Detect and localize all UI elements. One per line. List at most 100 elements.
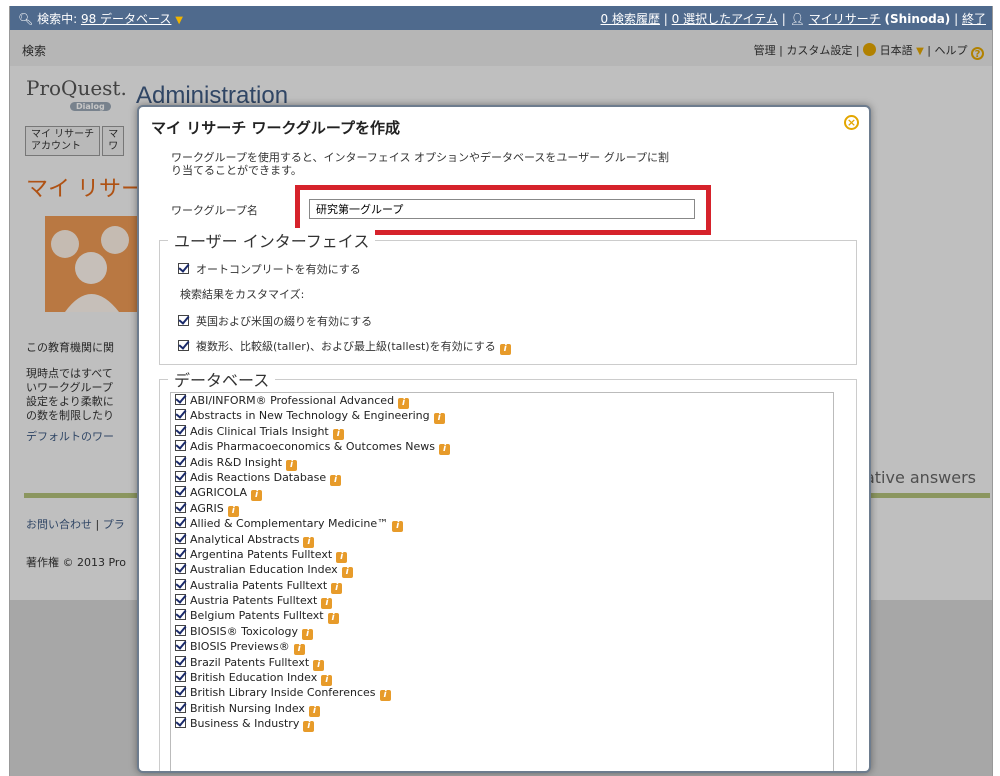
database-list-item[interactable]: Adis R&D Insight i — [171, 455, 833, 471]
search-prefix: 検索中: — [37, 12, 78, 26]
database-checkbox[interactable] — [175, 686, 186, 698]
database-checkbox[interactable] — [175, 547, 186, 559]
database-list-item[interactable]: British Education Index i — [171, 670, 833, 687]
database-list-item[interactable]: Brazil Patents Fulltext i — [171, 655, 833, 671]
database-checkbox[interactable] — [175, 501, 186, 513]
database-checkbox[interactable] — [175, 424, 186, 436]
database-name: BIOSIS Previews® — [190, 640, 290, 654]
database-name: Adis Pharmacoeconomics & Outcomes News — [190, 440, 436, 454]
database-name: Adis R&D Insight — [190, 455, 283, 469]
info-icon[interactable]: i — [336, 551, 348, 563]
database-list-item[interactable]: British Library Inside Conferences i — [171, 685, 833, 702]
database-checkbox[interactable] — [175, 609, 186, 621]
info-icon[interactable]: i — [303, 721, 315, 733]
autocomplete-checkbox[interactable] — [178, 263, 189, 274]
database-checkbox[interactable] — [175, 409, 186, 421]
database-checkbox[interactable] — [175, 655, 186, 667]
database-list-item[interactable]: Argentina Patents Fulltext i — [171, 547, 833, 563]
info-icon[interactable]: i — [327, 613, 339, 625]
database-list-item[interactable]: Austria Patents Fulltext i — [171, 593, 833, 610]
info-icon[interactable]: i — [303, 536, 315, 548]
database-checkbox[interactable] — [175, 578, 186, 590]
database-name: Argentina Patents Fulltext — [190, 547, 333, 561]
database-list-item[interactable]: AGRIS i — [171, 501, 833, 517]
database-list[interactable]: ABI/INFORM® Professional Advanced i Abstra… — [170, 392, 834, 771]
database-list-item[interactable]: Australian Education Index i — [171, 562, 833, 579]
autocomplete-option[interactable]: オートコンプリートを有効にする — [178, 261, 361, 277]
info-icon[interactable]: i — [341, 567, 353, 579]
info-icon[interactable]: i — [499, 344, 511, 355]
info-icon[interactable]: i — [439, 444, 451, 456]
database-count-link[interactable]: 98 データベース — [81, 12, 172, 26]
database-checkbox[interactable] — [175, 717, 186, 729]
database-checkbox[interactable] — [175, 532, 186, 544]
logout-link[interactable]: 終了 — [962, 12, 986, 26]
info-icon[interactable]: i — [398, 398, 410, 409]
info-icon[interactable]: i — [313, 659, 325, 671]
info-icon[interactable]: i — [302, 628, 314, 640]
database-list-item[interactable]: Belgium Patents Fulltext i — [171, 608, 833, 625]
info-icon[interactable]: i — [251, 490, 262, 502]
dialog-title: マイ リサーチ ワークグループを作成 — [151, 119, 400, 137]
info-icon[interactable]: i — [293, 644, 305, 656]
database-list-item[interactable]: Adis Clinical Trials Insight i — [171, 424, 833, 440]
info-icon[interactable]: i — [227, 505, 239, 517]
database-list-item[interactable]: BIOSIS Previews® i — [171, 639, 833, 656]
spelling-option[interactable]: 英国および米国の綴りを有効にする — [178, 313, 372, 329]
database-list-item[interactable]: BIOSIS® Toxicology i — [171, 624, 833, 640]
database-checkbox[interactable] — [175, 594, 186, 606]
comparatives-checkbox[interactable] — [178, 340, 189, 351]
database-name: Australian Education Index — [190, 563, 338, 577]
dropdown-caret-icon[interactable]: ▼ — [175, 15, 183, 26]
database-list-item[interactable]: ABI/INFORM® Professional Advanced i — [171, 393, 833, 409]
info-icon[interactable]: i — [332, 428, 344, 440]
database-name: Business & Industry — [190, 717, 300, 731]
comparatives-option[interactable]: 複数形、比較級(taller)、および最上級(tallest)を有効にする i — [178, 338, 511, 355]
database-checkbox[interactable] — [175, 394, 186, 405]
database-checkbox[interactable] — [175, 440, 186, 452]
database-list-item[interactable]: British Nursing Index i — [171, 701, 833, 717]
close-icon[interactable]: × — [844, 115, 859, 130]
info-icon[interactable]: i — [286, 459, 298, 471]
database-checkbox[interactable] — [175, 563, 186, 575]
info-icon[interactable]: i — [321, 598, 333, 610]
info-icon[interactable]: i — [321, 675, 333, 687]
database-name: Austria Patents Fulltext — [190, 594, 318, 608]
info-icon[interactable]: i — [433, 413, 445, 425]
database-list-item[interactable]: Adis Pharmacoeconomics & Outcomes News i — [171, 439, 833, 456]
search-history-link[interactable]: 0 検索履歴 — [601, 12, 660, 26]
database-checkbox[interactable] — [175, 640, 186, 652]
my-research-link[interactable]: マイリサーチ — [809, 12, 881, 26]
database-list-item[interactable]: Analytical Abstracts i — [171, 532, 833, 548]
database-checkbox[interactable] — [175, 624, 186, 636]
database-name: Adis Clinical Trials Insight — [190, 424, 329, 438]
database-name: British Library Inside Conferences — [190, 686, 376, 700]
search-scope[interactable]: 🔍︎ 検索中: 98 データベース ▼ — [18, 10, 183, 27]
database-checkbox[interactable] — [175, 671, 186, 683]
info-icon[interactable]: i — [308, 705, 320, 717]
database-name: Australia Patents Fulltext — [190, 578, 328, 592]
database-list-item[interactable]: Adis Reactions Database i — [171, 470, 833, 486]
database-list-item[interactable]: Australia Patents Fulltext i — [171, 578, 833, 594]
database-checkbox[interactable] — [175, 455, 186, 467]
database-list-item[interactable]: Abstracts in New Technology & Engineerin… — [171, 408, 833, 425]
user-name: (Shinoda) — [884, 12, 951, 26]
database-checkbox[interactable] — [175, 517, 186, 529]
database-checkbox[interactable] — [175, 470, 186, 482]
info-icon[interactable]: i — [392, 521, 404, 533]
info-icon[interactable]: i — [379, 690, 391, 702]
database-checkbox[interactable] — [175, 701, 186, 713]
database-list-item[interactable]: AGRICOLA i — [171, 485, 833, 502]
database-name: Analytical Abstracts — [190, 532, 300, 546]
info-icon[interactable]: i — [331, 582, 343, 594]
separator: | — [954, 12, 959, 26]
spelling-checkbox[interactable] — [178, 315, 189, 326]
selected-items-link[interactable]: 0 選択したアイテム — [672, 12, 778, 26]
database-checkbox[interactable] — [175, 486, 186, 498]
user-interface-section: ユーザー インターフェイス オートコンプリートを有効にする 検索結果をカスタマイ… — [159, 228, 857, 365]
database-list-item[interactable]: Business & Industry i — [171, 716, 833, 733]
database-list-item[interactable]: Allied & Complementary Medicine™ i — [171, 516, 833, 533]
info-icon[interactable]: i — [330, 474, 342, 486]
workgroup-name-input[interactable] — [309, 199, 695, 219]
database-name: British Education Index — [190, 671, 318, 685]
